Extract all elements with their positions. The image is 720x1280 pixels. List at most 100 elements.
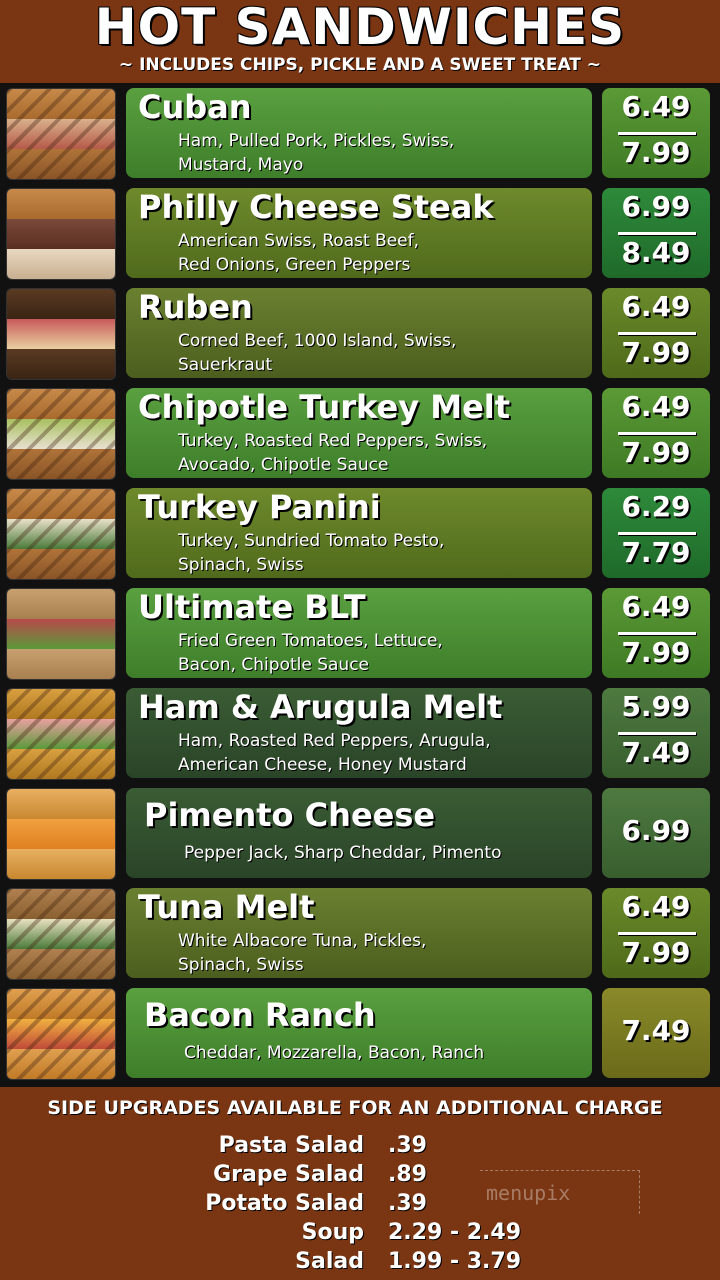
sandwich-photo bbox=[6, 788, 116, 880]
sandwich-photo bbox=[6, 188, 116, 280]
side-price: 1.99 - 3.79 bbox=[388, 1249, 522, 1274]
item-info: Bacon Ranch Cheddar, Mozzarella, Bacon, … bbox=[126, 988, 592, 1078]
sandwich-photo bbox=[6, 988, 116, 1080]
price-small: 6.29 bbox=[621, 490, 691, 523]
item-prices: 6.99 8.49 bbox=[602, 188, 710, 278]
side-name: Pasta Salad bbox=[218, 1133, 364, 1158]
item-prices: 6.49 7.99 bbox=[602, 588, 710, 678]
item-info: Tuna Melt White Albacore Tuna, Pickles, S… bbox=[126, 888, 592, 978]
price-large: 7.99 bbox=[621, 336, 691, 369]
side-item: Pasta Salad .39 bbox=[0, 1133, 720, 1162]
side-price: 2.29 - 2.49 bbox=[388, 1220, 522, 1245]
price-small: 6.49 bbox=[621, 390, 691, 423]
item-description: Turkey, Sundried Tomato Pesto, Spinach, S… bbox=[178, 531, 445, 575]
price: 6.99 bbox=[621, 814, 691, 847]
item-prices: 6.29 7.79 bbox=[602, 488, 710, 578]
price-divider bbox=[618, 532, 696, 535]
price-small: 6.49 bbox=[621, 290, 691, 323]
item-name: Bacon Ranch bbox=[144, 996, 376, 1034]
page-title: HOT SANDWICHES bbox=[94, 0, 626, 56]
price-divider bbox=[618, 632, 696, 635]
item-info: Chipotle Turkey Melt Turkey, Roasted Red… bbox=[126, 388, 592, 478]
sandwich-photo bbox=[6, 388, 116, 480]
item-prices: 5.99 7.49 bbox=[602, 688, 710, 778]
item-name: Philly Cheese Steak bbox=[138, 188, 494, 226]
item-prices: 6.49 7.99 bbox=[602, 288, 710, 378]
price: 7.49 bbox=[621, 1014, 691, 1047]
item-name: Pimento Cheese bbox=[144, 796, 436, 834]
menu-item-ham-arugula-melt: Ham & Arugula Melt Ham, Roasted Red Pepp… bbox=[0, 683, 720, 783]
item-name: Ruben bbox=[138, 288, 253, 326]
item-prices: 6.49 7.99 bbox=[602, 888, 710, 978]
price-divider bbox=[618, 732, 696, 735]
item-name: Tuna Melt bbox=[138, 888, 315, 926]
item-info: Ultimate BLT Fried Green Tomatoes, Lettu… bbox=[126, 588, 592, 678]
sandwich-photo bbox=[6, 688, 116, 780]
price-small: 6.99 bbox=[621, 190, 691, 223]
page-subtitle: ~ INCLUDES CHIPS, PICKLE AND A SWEET TRE… bbox=[118, 55, 602, 75]
side-item: Soup 2.29 - 2.49 bbox=[0, 1220, 720, 1249]
price-small: 6.49 bbox=[621, 590, 691, 623]
menu-item-ruben: Ruben Corned Beef, 1000 Island, Swiss, Sa… bbox=[0, 283, 720, 383]
item-description: Turkey, Roasted Red Peppers, Swiss, Avoca… bbox=[178, 431, 488, 475]
menu-item-bacon-ranch: Bacon Ranch Cheddar, Mozzarella, Bacon, … bbox=[0, 983, 720, 1083]
item-description: Cheddar, Mozzarella, Bacon, Ranch bbox=[184, 1043, 485, 1063]
price-divider bbox=[618, 132, 696, 135]
menu-item-cuban: Cuban Ham, Pulled Pork, Pickles, Swiss, M… bbox=[0, 83, 720, 183]
menu-item-turkey-panini: Turkey Panini Turkey, Sundried Tomato Pe… bbox=[0, 483, 720, 583]
side-item: Salad 1.99 - 3.79 bbox=[0, 1249, 720, 1278]
item-prices: 6.49 7.99 bbox=[602, 388, 710, 478]
item-description: American Swiss, Roast Beef, Red Onions, G… bbox=[178, 231, 420, 275]
item-info: Pimento Cheese Pepper Jack, Sharp Chedda… bbox=[126, 788, 592, 878]
sandwich-list: Cuban Ham, Pulled Pork, Pickles, Swiss, M… bbox=[0, 83, 720, 1087]
item-name: Ultimate BLT bbox=[138, 588, 366, 626]
item-info: Philly Cheese Steak American Swiss, Roas… bbox=[126, 188, 592, 278]
price-divider bbox=[618, 932, 696, 935]
menu-item-philly-cheese-steak: Philly Cheese Steak American Swiss, Roas… bbox=[0, 183, 720, 283]
item-name: Turkey Panini bbox=[138, 488, 381, 526]
price-divider bbox=[618, 332, 696, 335]
price-small: 6.49 bbox=[621, 890, 691, 923]
item-prices: 7.49 bbox=[602, 988, 710, 1078]
price-large: 7.99 bbox=[621, 136, 691, 169]
item-info: Ham & Arugula Melt Ham, Roasted Red Pepp… bbox=[126, 688, 592, 778]
price-large: 7.99 bbox=[621, 436, 691, 469]
side-upgrades-title: SIDE UPGRADES AVAILABLE FOR AN ADDITIONA… bbox=[47, 1097, 663, 1119]
item-description: Ham, Pulled Pork, Pickles, Swiss, Mustard… bbox=[178, 131, 455, 175]
menu-header: HOT SANDWICHES ~ INCLUDES CHIPS, PICKLE … bbox=[0, 0, 720, 82]
item-description: Ham, Roasted Red Peppers, Arugula, Americ… bbox=[178, 731, 491, 775]
price-small: 5.99 bbox=[621, 690, 691, 723]
side-name: Grape Salad bbox=[213, 1162, 364, 1187]
sandwich-photo bbox=[6, 288, 116, 380]
watermark-logo: menupix bbox=[480, 1170, 640, 1214]
item-description: Corned Beef, 1000 Island, Swiss, Sauerkra… bbox=[178, 331, 457, 375]
price-divider bbox=[618, 432, 696, 435]
item-name: Cuban bbox=[138, 88, 252, 126]
item-name: Chipotle Turkey Melt bbox=[138, 388, 511, 426]
item-info: Turkey Panini Turkey, Sundried Tomato Pe… bbox=[126, 488, 592, 578]
item-name: Ham & Arugula Melt bbox=[138, 688, 503, 726]
item-prices: 6.99 bbox=[602, 788, 710, 878]
side-price: .39 bbox=[388, 1133, 427, 1158]
item-prices: 6.49 7.99 bbox=[602, 88, 710, 178]
item-description: Fried Green Tomatoes, Lettuce, Bacon, Chi… bbox=[178, 631, 443, 675]
item-info: Ruben Corned Beef, 1000 Island, Swiss, Sa… bbox=[126, 288, 592, 378]
price-large: 8.49 bbox=[621, 236, 691, 269]
menu-item-ultimate-blt: Ultimate BLT Fried Green Tomatoes, Lettu… bbox=[0, 583, 720, 683]
price-small: 6.49 bbox=[621, 90, 691, 123]
side-name: Salad bbox=[295, 1249, 364, 1274]
price-large: 7.99 bbox=[621, 936, 691, 969]
menu-item-chipotle-turkey-melt: Chipotle Turkey Melt Turkey, Roasted Red… bbox=[0, 383, 720, 483]
item-description: White Albacore Tuna, Pickles, Spinach, Sw… bbox=[178, 931, 427, 975]
price-large: 7.79 bbox=[621, 536, 691, 569]
price-divider bbox=[618, 232, 696, 235]
side-name: Potato Salad bbox=[205, 1191, 364, 1216]
sandwich-photo bbox=[6, 88, 116, 180]
menu-item-pimento-cheese: Pimento Cheese Pepper Jack, Sharp Chedda… bbox=[0, 783, 720, 883]
side-price: .39 bbox=[388, 1191, 427, 1216]
sandwich-photo bbox=[6, 488, 116, 580]
sandwich-photo bbox=[6, 588, 116, 680]
price-large: 7.49 bbox=[621, 736, 691, 769]
price-large: 7.99 bbox=[621, 636, 691, 669]
sandwich-photo bbox=[6, 888, 116, 980]
